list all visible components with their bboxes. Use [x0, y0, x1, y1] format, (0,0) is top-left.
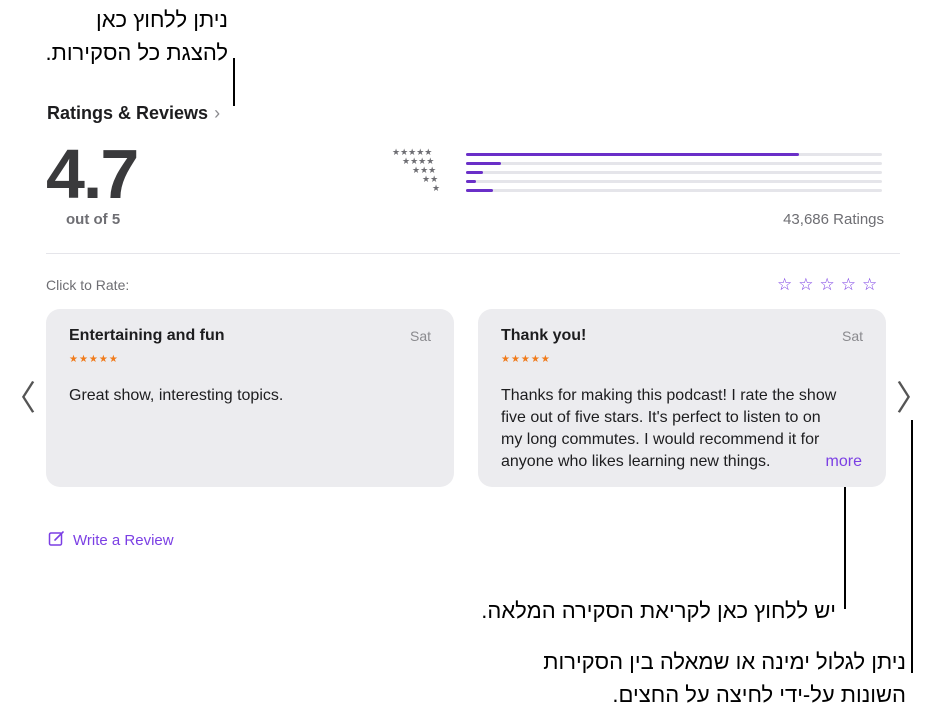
callout-scroll-line1: ניתן לגלול ימינה או שמאלה בין הסקירות [543, 649, 906, 674]
divider [46, 253, 900, 254]
review-body: Thanks for making this podcast! I rate t… [501, 387, 837, 470]
callout-scroll-line2: השונות על-ידי לחיצה על החצים. [612, 682, 906, 707]
rate-star-3-icon[interactable]: ☆ [820, 275, 835, 295]
review-card[interactable]: Thank you! Sat ★★★★★ Thanks for making t… [478, 309, 886, 487]
ratings-count: 43,686 Ratings [783, 211, 884, 228]
compose-icon [48, 530, 65, 551]
write-review-label: Write a Review [73, 532, 174, 549]
ratings-reviews-title: Ratings & Reviews [47, 103, 209, 123]
histogram-bar-2 [466, 180, 477, 183]
review-card[interactable]: Entertaining and fun Sat ★★★★★ Great sho… [46, 309, 454, 487]
review-date: Sat [409, 328, 431, 344]
callout-line-more [844, 478, 846, 609]
histogram-track [466, 180, 882, 183]
more-link[interactable]: more [815, 453, 862, 471]
callout-all-reviews: ניתן ללחוץ כאן להצגת כל הסקירות. [46, 3, 228, 69]
click-to-rate-label: Click to Rate: [46, 277, 130, 293]
callout-all-reviews-line1: ניתן ללחוץ כאן [96, 7, 228, 32]
next-arrow-icon[interactable]: 〉 [896, 382, 930, 416]
histogram-bar-3 [466, 171, 483, 174]
out-of-label: out of 5 [66, 211, 121, 228]
review-date: Sat [841, 328, 863, 344]
histogram-bar-4 [466, 162, 502, 165]
callout-more: יש ללחוץ כאן לקריאת הסקירה המלאה. [481, 598, 836, 623]
review-stars: ★★★★★ [69, 354, 119, 365]
histogram-track [466, 153, 882, 156]
previous-arrow-icon[interactable]: 〈 [2, 382, 36, 416]
callout-scroll: ניתן לגלול ימינה או שמאלה בין הסקירות הש… [543, 645, 906, 711]
callout-line-arrow [911, 420, 913, 673]
histogram-track [466, 162, 882, 165]
ratings-reviews-header[interactable]: Ratings & Reviews › [47, 103, 220, 124]
rate-star-2-icon[interactable]: ☆ [798, 275, 813, 295]
review-title: Thank you! [501, 327, 587, 344]
histogram-track [466, 189, 882, 192]
histogram-bar-1 [466, 189, 494, 192]
callout-line-header [233, 58, 235, 106]
rate-star-4-icon[interactable]: ☆ [841, 275, 856, 295]
rate-star-1-icon[interactable]: ☆ [777, 275, 792, 295]
rate-star-5-icon[interactable]: ☆ [862, 275, 877, 295]
write-review-link[interactable]: Write a Review [48, 530, 174, 551]
review-stars: ★★★★★ [501, 354, 551, 365]
rate-stars: ☆ ☆ ☆ ☆ ☆ [777, 275, 877, 295]
chevron-right-icon: › [214, 103, 221, 123]
review-title: Entertaining and fun [69, 327, 225, 344]
review-body: Great show, interesting topics. [69, 387, 284, 404]
average-score: 4.7 [46, 135, 139, 213]
histogram-bar-5 [466, 153, 799, 156]
histogram-track [466, 171, 882, 174]
callout-all-reviews-line2: להצגת כל הסקירות. [45, 40, 228, 65]
